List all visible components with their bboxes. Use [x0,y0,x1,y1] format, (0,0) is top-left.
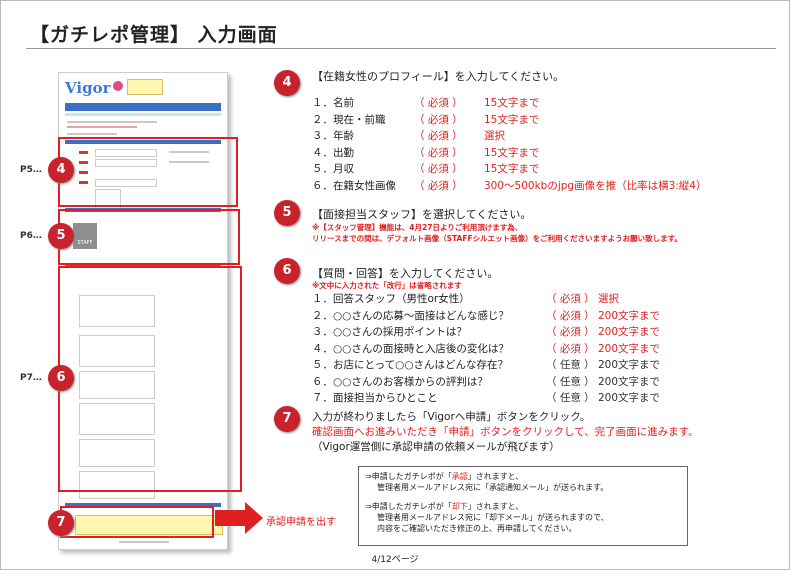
approve-line1: ⇒申請したガチレポが「承認」されますと、 [365,472,524,481]
profile-item: ５．月収（ 必須 ） 15文字まで [312,163,540,175]
profile-item: ４．出勤（ 必須 ） 15文字まで [312,146,540,159]
qa-item: ６．○○さんのお客様からの評判は？（ 任意 ） 200文字まで [312,375,661,388]
section6-list: １．回答スタッフ（男性or女性）（ 必須 ）選択 ２．○○さんの応募～面接はどん… [312,291,752,407]
thumb-line [67,133,117,135]
thumb-footer-line [119,541,169,543]
section7-text: 入力が終わりましたら「Vigorへ申請」ボタンをクリック。 確認画面へお進みいた… [312,410,699,455]
profile-item: ６．在籍女性画像（ 必須 ） 300～500kbのjpg画像を推（比率は横3:縦4… [312,179,707,192]
profile-item: ３．年齢（ 必須 ）選択 [312,130,505,142]
arrow-label: 承認申請を出す [266,517,336,528]
step-badge-7: 7 [48,510,74,536]
section4-heading: 【在籍女性のプロフィール】を入力してください。 [312,70,565,83]
qa-item: ７．面接担当からひとこと（ 任意 ） 200文字まで [312,392,661,404]
section-badge-6: 6 [274,258,300,284]
thumb-navbar [65,103,221,111]
section-badge-7: 7 [274,406,300,432]
section5-note2: リリースまでの間は、デフォルト画像（STAFFシルエット画像）をご利用くださいま… [312,234,682,243]
step-badge-5: 5 [48,223,74,249]
qa-item: １．回答スタッフ（男性or女性）（ 必須 ）選択 [312,293,619,305]
page-title: 【ガチレポ管理】 入力画面 [30,24,278,46]
section6-heading: 【質問・回答】を入力してください。 [312,267,499,280]
section7-line2: 確認画面へお進みいただき「申請」ボタンをクリックして、完了画面に進みます。 [312,426,699,438]
section5-heading: 【面接担当スタッフ】を選択してください。 [312,208,532,221]
highlight-frame-7 [60,506,214,538]
highlight-frame-5 [58,209,240,265]
step-badge-4: 4 [48,157,74,183]
approval-info-box: ⇒申請したガチレポが「承認」されますと、 管理者用メールアドレス宛に「承認通知メ… [358,466,688,546]
approve-line2: 管理者用メールアドレス宛に「承認通知メール」が送られます。 [377,483,609,492]
qa-item: ５．お店にとって○○さんはどんな存在？（ 任意 ） 200文字まで [312,359,661,371]
arrow-right-icon [215,510,245,526]
highlight-frame-6 [58,266,242,492]
header-notice [127,79,163,95]
section7-line3: （Vigor運営側に承認申請の依頼メールが飛びます） [312,441,560,453]
title-divider [26,48,776,49]
reject-line2: 管理者用メールアドレス宛に「却下メール」が送られますので、 [377,513,609,522]
section-badge-5: 5 [274,200,300,226]
section7-line1: 入力が終わりましたら「Vigorへ申請」ボタンをクリック。 [312,411,591,423]
highlight-frame-4 [58,137,238,207]
profile-item: １．名前（ 必須 ） 15文字まで [312,97,540,109]
qa-item: ４．○○さんの面接時と入店後の変化は？（ 必須 ） 200文字まで [312,342,661,355]
reject-line1: ⇒申請したガチレポが「却下」されますと、 [365,502,524,511]
logo-badge-icon [113,81,123,91]
reject-line3: 内容をご確認いただき修正の上、再申請してください。 [377,524,577,533]
section5-note1: ※【スタッフ管理】機能は、4月27日よりご利用頂けます為、 [312,223,523,232]
page-number: 4/12ページ [371,555,419,565]
profile-item: ２．現在・前職（ 必須 ） 15文字まで [312,113,540,126]
vigor-logo: Vigor [65,79,111,97]
thumb-line [67,121,157,123]
section4-list: １．名前（ 必須 ） 15文字まで ２．現在・前職（ 必須 ） 15文字まで ３．年… [312,95,752,194]
page-label-p5: P5… [20,165,42,175]
thumb-subnav [65,113,221,116]
thumb-line [67,126,137,128]
qa-item: ３．○○さんの採用ポイントは？（ 必須 ） 200文字まで [312,326,661,338]
page-label-p7: P7… [20,373,42,383]
section-badge-4: 4 [274,70,300,96]
page-label-p6: P6… [20,231,42,241]
step-badge-6: 6 [48,365,74,391]
arrow-head-icon [245,502,263,534]
qa-item: ２．○○さんの応募～面接はどんな感じ？（ 必須 ） 200文字まで [312,309,661,322]
section6-note: ※文中に入力された「改行」は省略されます [312,281,462,290]
